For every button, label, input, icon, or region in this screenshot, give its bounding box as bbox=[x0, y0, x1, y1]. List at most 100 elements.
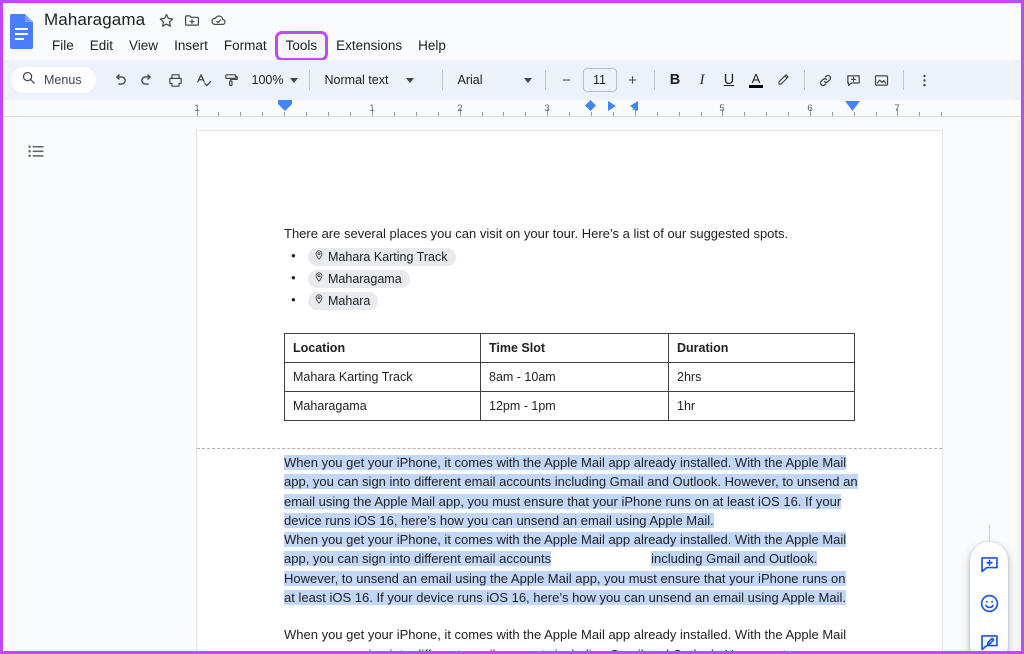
search-menus-button[interactable]: Menus bbox=[11, 67, 96, 93]
table-cell: 1hr bbox=[668, 391, 855, 421]
add-comment-icon[interactable] bbox=[840, 66, 868, 94]
ruler-tick bbox=[701, 112, 702, 116]
bold-button[interactable]: B bbox=[662, 67, 689, 94]
title-and-menus: Maharagama File Edit View Insert Format … bbox=[42, 3, 454, 61]
list-item: Mahara Karting Track bbox=[291, 246, 859, 267]
docs-document-icon[interactable] bbox=[8, 13, 36, 49]
ruler-tick bbox=[328, 112, 329, 116]
paint-format-icon[interactable] bbox=[218, 66, 246, 94]
menu-file[interactable]: File bbox=[44, 34, 82, 58]
undo-icon[interactable] bbox=[106, 66, 134, 94]
font-family-dropdown[interactable]: Arial bbox=[450, 67, 538, 93]
toolbar-divider bbox=[308, 70, 310, 90]
zoom-level-dropdown[interactable]: 100% bbox=[246, 67, 302, 93]
table-cell: 8am - 10am bbox=[480, 362, 669, 392]
tab-stop-left[interactable] bbox=[608, 100, 617, 116]
selected-paragraph-2[interactable]: When you get your iPhone, it comes with … bbox=[284, 530, 859, 607]
left-indent-marker[interactable] bbox=[277, 100, 293, 117]
ruler-tick bbox=[394, 112, 395, 116]
table-row: Maharagama 12pm - 1pm 1hr bbox=[284, 391, 855, 421]
tab-stop-right[interactable] bbox=[629, 100, 638, 116]
ruler-tick bbox=[306, 112, 307, 116]
text-color-button[interactable]: A bbox=[743, 67, 770, 94]
table-cell: 2hrs bbox=[668, 362, 855, 392]
location-chip-label: Mahara bbox=[328, 294, 371, 308]
add-comment-fab[interactable] bbox=[976, 551, 1002, 577]
ruler-tick bbox=[744, 112, 745, 116]
redo-icon[interactable] bbox=[134, 66, 162, 94]
ruler-number: 2 bbox=[457, 103, 463, 114]
paragraph-style-dropdown[interactable]: Normal text bbox=[317, 67, 435, 93]
underline-button[interactable]: U bbox=[716, 67, 743, 94]
selected-paragraph-1[interactable]: When you get your iPhone, it comes with … bbox=[284, 453, 859, 530]
star-icon[interactable] bbox=[153, 9, 179, 31]
document-canvas: There are several places you can visit o… bbox=[3, 120, 1021, 651]
location-chip[interactable]: Mahara Karting Track bbox=[308, 248, 456, 266]
menu-extensions[interactable]: Extensions bbox=[328, 34, 410, 58]
tour-table[interactable]: Location Time Slot Duration Mahara Karti… bbox=[284, 333, 855, 421]
paragraph-style-value: Normal text bbox=[324, 73, 389, 87]
font-size-input[interactable]: 11 bbox=[582, 68, 617, 92]
menu-bar: File Edit View Insert Format Tools Exten… bbox=[42, 31, 454, 61]
ruler-tick bbox=[503, 112, 504, 116]
insert-link-icon[interactable] bbox=[812, 66, 840, 94]
toolbar-divider bbox=[653, 70, 655, 90]
map-pin-icon bbox=[314, 293, 324, 309]
table-cell: Mahara Karting Track bbox=[284, 362, 481, 392]
table-header-row: Location Time Slot Duration bbox=[284, 333, 855, 363]
location-chip[interactable]: Maharagama bbox=[308, 270, 410, 288]
ruler-tick bbox=[218, 112, 219, 116]
print-icon[interactable] bbox=[162, 66, 190, 94]
plain-paragraph[interactable]: When you get your iPhone, it comes with … bbox=[284, 625, 859, 651]
document-outline-icon[interactable] bbox=[23, 138, 49, 164]
map-pin-icon bbox=[314, 271, 324, 287]
tab-stop-diamond[interactable] bbox=[585, 100, 596, 116]
menu-edit[interactable]: Edit bbox=[82, 34, 121, 58]
table-cell: Maharagama bbox=[284, 391, 481, 421]
table-header-cell: Time Slot bbox=[480, 333, 669, 363]
document-content[interactable]: There are several places you can visit o… bbox=[284, 224, 859, 651]
ruler-tick bbox=[679, 112, 680, 116]
ruler-tick bbox=[941, 112, 942, 116]
font-family-value: Arial bbox=[457, 73, 483, 87]
menu-view[interactable]: View bbox=[121, 34, 166, 58]
ruler-number: 1 bbox=[369, 103, 375, 114]
table-header-cell: Location bbox=[284, 333, 481, 363]
ruler-tick bbox=[766, 112, 767, 116]
add-emoji-reaction-fab[interactable] bbox=[976, 590, 1002, 616]
title-bar: Maharagama File Edit View Insert Format … bbox=[3, 3, 1021, 61]
menu-insert[interactable]: Insert bbox=[166, 34, 216, 58]
text-color-letter: A bbox=[751, 71, 761, 86]
insert-image-icon[interactable] bbox=[868, 66, 896, 94]
cloud-saved-icon[interactable] bbox=[205, 9, 231, 31]
ruler-number: 3 bbox=[544, 103, 550, 114]
table-cell: 12pm - 1pm bbox=[480, 391, 669, 421]
more-options-icon[interactable] bbox=[911, 66, 939, 94]
list-item: Mahara bbox=[291, 290, 859, 311]
ruler-tick bbox=[919, 112, 920, 116]
suggest-edit-fab[interactable] bbox=[976, 629, 1002, 651]
text-color-swatch bbox=[749, 85, 764, 88]
right-indent-marker[interactable] bbox=[845, 100, 860, 116]
location-chip[interactable]: Mahara bbox=[308, 292, 379, 310]
menu-help[interactable]: Help bbox=[410, 34, 454, 58]
map-pin-icon bbox=[314, 249, 324, 265]
spellcheck-icon[interactable] bbox=[190, 66, 218, 94]
menu-tools[interactable]: Tools bbox=[274, 31, 329, 61]
selected-text-1: When you get your iPhone, it comes with … bbox=[284, 455, 858, 528]
ruler-number: 7 bbox=[894, 103, 900, 114]
fab-connector-line bbox=[989, 525, 990, 543]
move-to-folder-icon[interactable] bbox=[179, 9, 205, 31]
list-item: Maharagama bbox=[291, 268, 859, 289]
scrollbar-track[interactable] bbox=[1017, 120, 1021, 651]
increase-font-size-button[interactable]: + bbox=[619, 66, 647, 94]
decrease-font-size-button[interactable]: − bbox=[553, 66, 581, 94]
chevron-down-icon bbox=[289, 77, 298, 83]
page-title[interactable]: Maharagama bbox=[42, 10, 153, 30]
menu-format[interactable]: Format bbox=[216, 34, 275, 58]
highlight-pen-icon[interactable] bbox=[770, 67, 797, 94]
italic-button[interactable]: I bbox=[689, 67, 716, 94]
ruler[interactable]: 1 1 2 3 4 5 6 7 bbox=[3, 100, 1021, 120]
font-size-stepper: − 11 + bbox=[553, 66, 647, 94]
document-page[interactable]: There are several places you can visit o… bbox=[197, 131, 942, 651]
